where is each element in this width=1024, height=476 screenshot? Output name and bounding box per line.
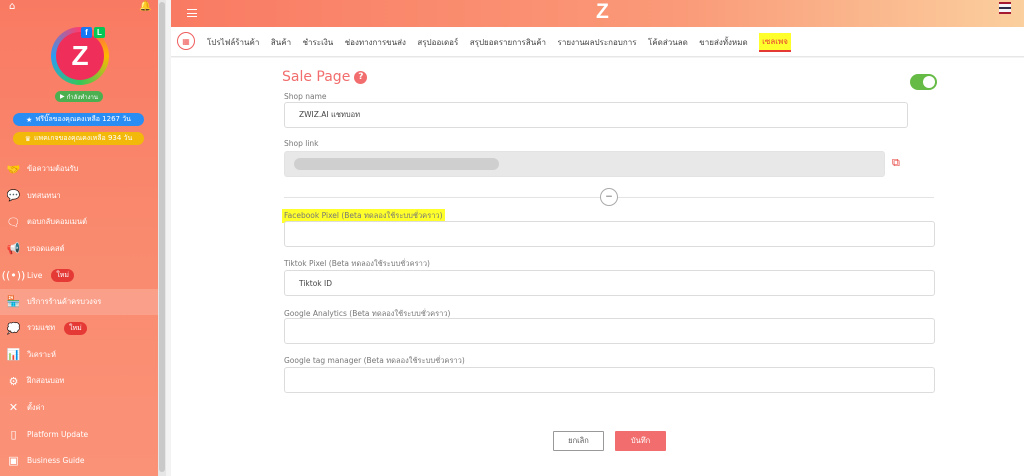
tab-bar: ▦ โปรไฟล์ร้านค้า สินค้า ชำระเงิน ช่องทาง… [171, 27, 1024, 57]
tab-product-summary[interactable]: สรุปยอดรายการสินค้า [470, 36, 546, 49]
sidebar-item-settings[interactable]: ✕ ตั้งค่า [0, 395, 158, 422]
line-icon[interactable]: L [94, 27, 105, 38]
tab-discount-codes[interactable]: โค้ดส่วนลด [648, 36, 688, 49]
tiktok-pixel-input[interactable]: Tiktok ID [284, 270, 935, 296]
store-icon: 🏪 [6, 295, 21, 309]
page-title: Sale Page ? [282, 69, 368, 85]
play-icon: ▶ [60, 93, 65, 100]
sidebar-item-business-guide[interactable]: ▣ Business Guide [0, 448, 158, 475]
package-badge: ♛ แพคเกจของคุณคงเหลือ 934 วัน [13, 132, 144, 145]
megaphone-icon: 📢 [6, 242, 21, 256]
thai-flag-icon[interactable] [999, 2, 1011, 14]
sidebar-item-platform-update[interactable]: ▯ Platform Update [0, 421, 158, 448]
tab-shipping[interactable]: ช่องทางการขนส่ง [345, 36, 406, 49]
collapse-icon[interactable]: − [600, 188, 618, 206]
top-bar: Z [171, 0, 1024, 27]
sidebar-item-chat-hub[interactable]: 💭 รวมแชท ใหม่ [0, 315, 158, 342]
status-badge: ▶ กำลังทำงาน [55, 91, 103, 102]
sidebar-menu: 🤝 ข้อความต้อนรับ 💬 บทสนทนา 🗨 ตอบกลับคอมเ… [0, 156, 158, 474]
facebook-pixel-input[interactable] [284, 221, 935, 247]
analytics-icon: 📊 [6, 348, 21, 362]
sidebar-item-broadcast[interactable]: 📢 บรอดแคสต์ [0, 236, 158, 263]
chat-hub-icon: 💭 [6, 321, 21, 335]
tab-shop-profile[interactable]: โปรไฟล์ร้านค้า [207, 36, 259, 49]
tab-sale-page[interactable]: เซลเพจ [759, 32, 791, 52]
new-badge: ใหม่ [64, 321, 87, 335]
free-trial-badge: ★ ฟรีบิ๊ลของคุณคงเหลือ 1267 วัน [13, 113, 144, 126]
sale-page-toggle[interactable] [910, 74, 937, 90]
tabs: โปรไฟล์ร้านค้า สินค้า ชำระเงิน ช่องทางกา… [207, 27, 802, 57]
crown-icon: ♛ [24, 134, 31, 143]
sidebar-item-shop-service[interactable]: 🏪 บริการร้านค้าครบวงจร [0, 288, 158, 315]
sidebar-item-conversations[interactable]: 💬 บทสนทนา [0, 183, 158, 210]
save-button[interactable]: บันทึก [615, 431, 666, 451]
chat-icon: 💬 [6, 189, 21, 203]
tab-payment[interactable]: ชำระเงิน [303, 36, 334, 49]
sidebar: ⌂ 🔔 Z f L ▶ กำลังทำงาน ★ ฟรีบิ๊ลของคุณคง… [0, 0, 158, 476]
tools-icon: ✕ [8, 401, 19, 415]
new-badge: ใหม่ [51, 268, 74, 282]
sidebar-scrollbar[interactable] [158, 0, 166, 476]
update-icon: ▯ [10, 427, 17, 441]
tab-products[interactable]: สินค้า [271, 36, 291, 49]
sidebar-item-live[interactable]: ((•)) Live ใหม่ [0, 262, 158, 289]
shop-name-input[interactable]: ZWIZ.AI แชทบอท [284, 102, 908, 128]
google-tag-manager-label: Google tag manager (Beta ทดลองใช้ระบบชั่… [284, 356, 465, 365]
tab-orders[interactable]: สรุปออเดอร์ [417, 36, 458, 49]
social-links: f L [81, 27, 105, 38]
shop-link-label: Shop link [284, 139, 319, 148]
guide-icon: ▣ [8, 454, 19, 468]
shop-name-label: Shop name [284, 92, 327, 101]
copy-icon[interactable]: ⧉ [892, 156, 900, 170]
google-analytics-input[interactable] [284, 318, 935, 344]
hamburger-menu-icon[interactable] [187, 9, 197, 17]
handshake-icon: 🤝 [6, 162, 21, 176]
star-icon: ★ [26, 115, 33, 124]
scrollbar-thumb[interactable] [159, 2, 165, 472]
help-icon[interactable]: ? [354, 70, 368, 84]
tab-wholesale[interactable]: ขายส่งทั้งหมด [699, 36, 747, 49]
comment-icon: 🗨 [6, 215, 21, 229]
live-icon: ((•)) [1, 268, 26, 282]
shop-link-input [284, 151, 885, 177]
brain-icon: ⚙ [8, 374, 19, 388]
redacted-link [294, 158, 499, 170]
sidebar-item-analytics[interactable]: 📊 วิเคราะห์ [0, 342, 158, 369]
sidebar-item-welcome[interactable]: 🤝 ข้อความต้อนรับ [0, 156, 158, 183]
tab-performance-report[interactable]: รายงานผลประกอบการ [558, 36, 637, 49]
main-content: Sale Page ? Shop name ZWIZ.AI แชทบอท Sho… [171, 58, 1024, 476]
facebook-icon[interactable]: f [81, 27, 92, 38]
grid-icon[interactable]: ▦ [177, 32, 195, 50]
google-tag-manager-input[interactable] [284, 367, 935, 393]
tiktok-pixel-label: Tiktok Pixel (Beta ทดลองใช้ระบบชั่วคราว) [284, 259, 430, 268]
brand-logo: Z [596, 0, 609, 23]
cancel-button[interactable]: ยกเลิก [553, 431, 604, 451]
bell-icon[interactable]: 🔔 [139, 1, 151, 12]
sidebar-item-comment-reply[interactable]: 🗨 ตอบกลับคอมเมนต์ [0, 209, 158, 236]
z-logo-icon: Z [56, 32, 104, 80]
sidebar-item-train-bot[interactable]: ⚙ ฝึกสอนบอท [0, 368, 158, 395]
home-icon[interactable]: ⌂ [9, 1, 15, 12]
